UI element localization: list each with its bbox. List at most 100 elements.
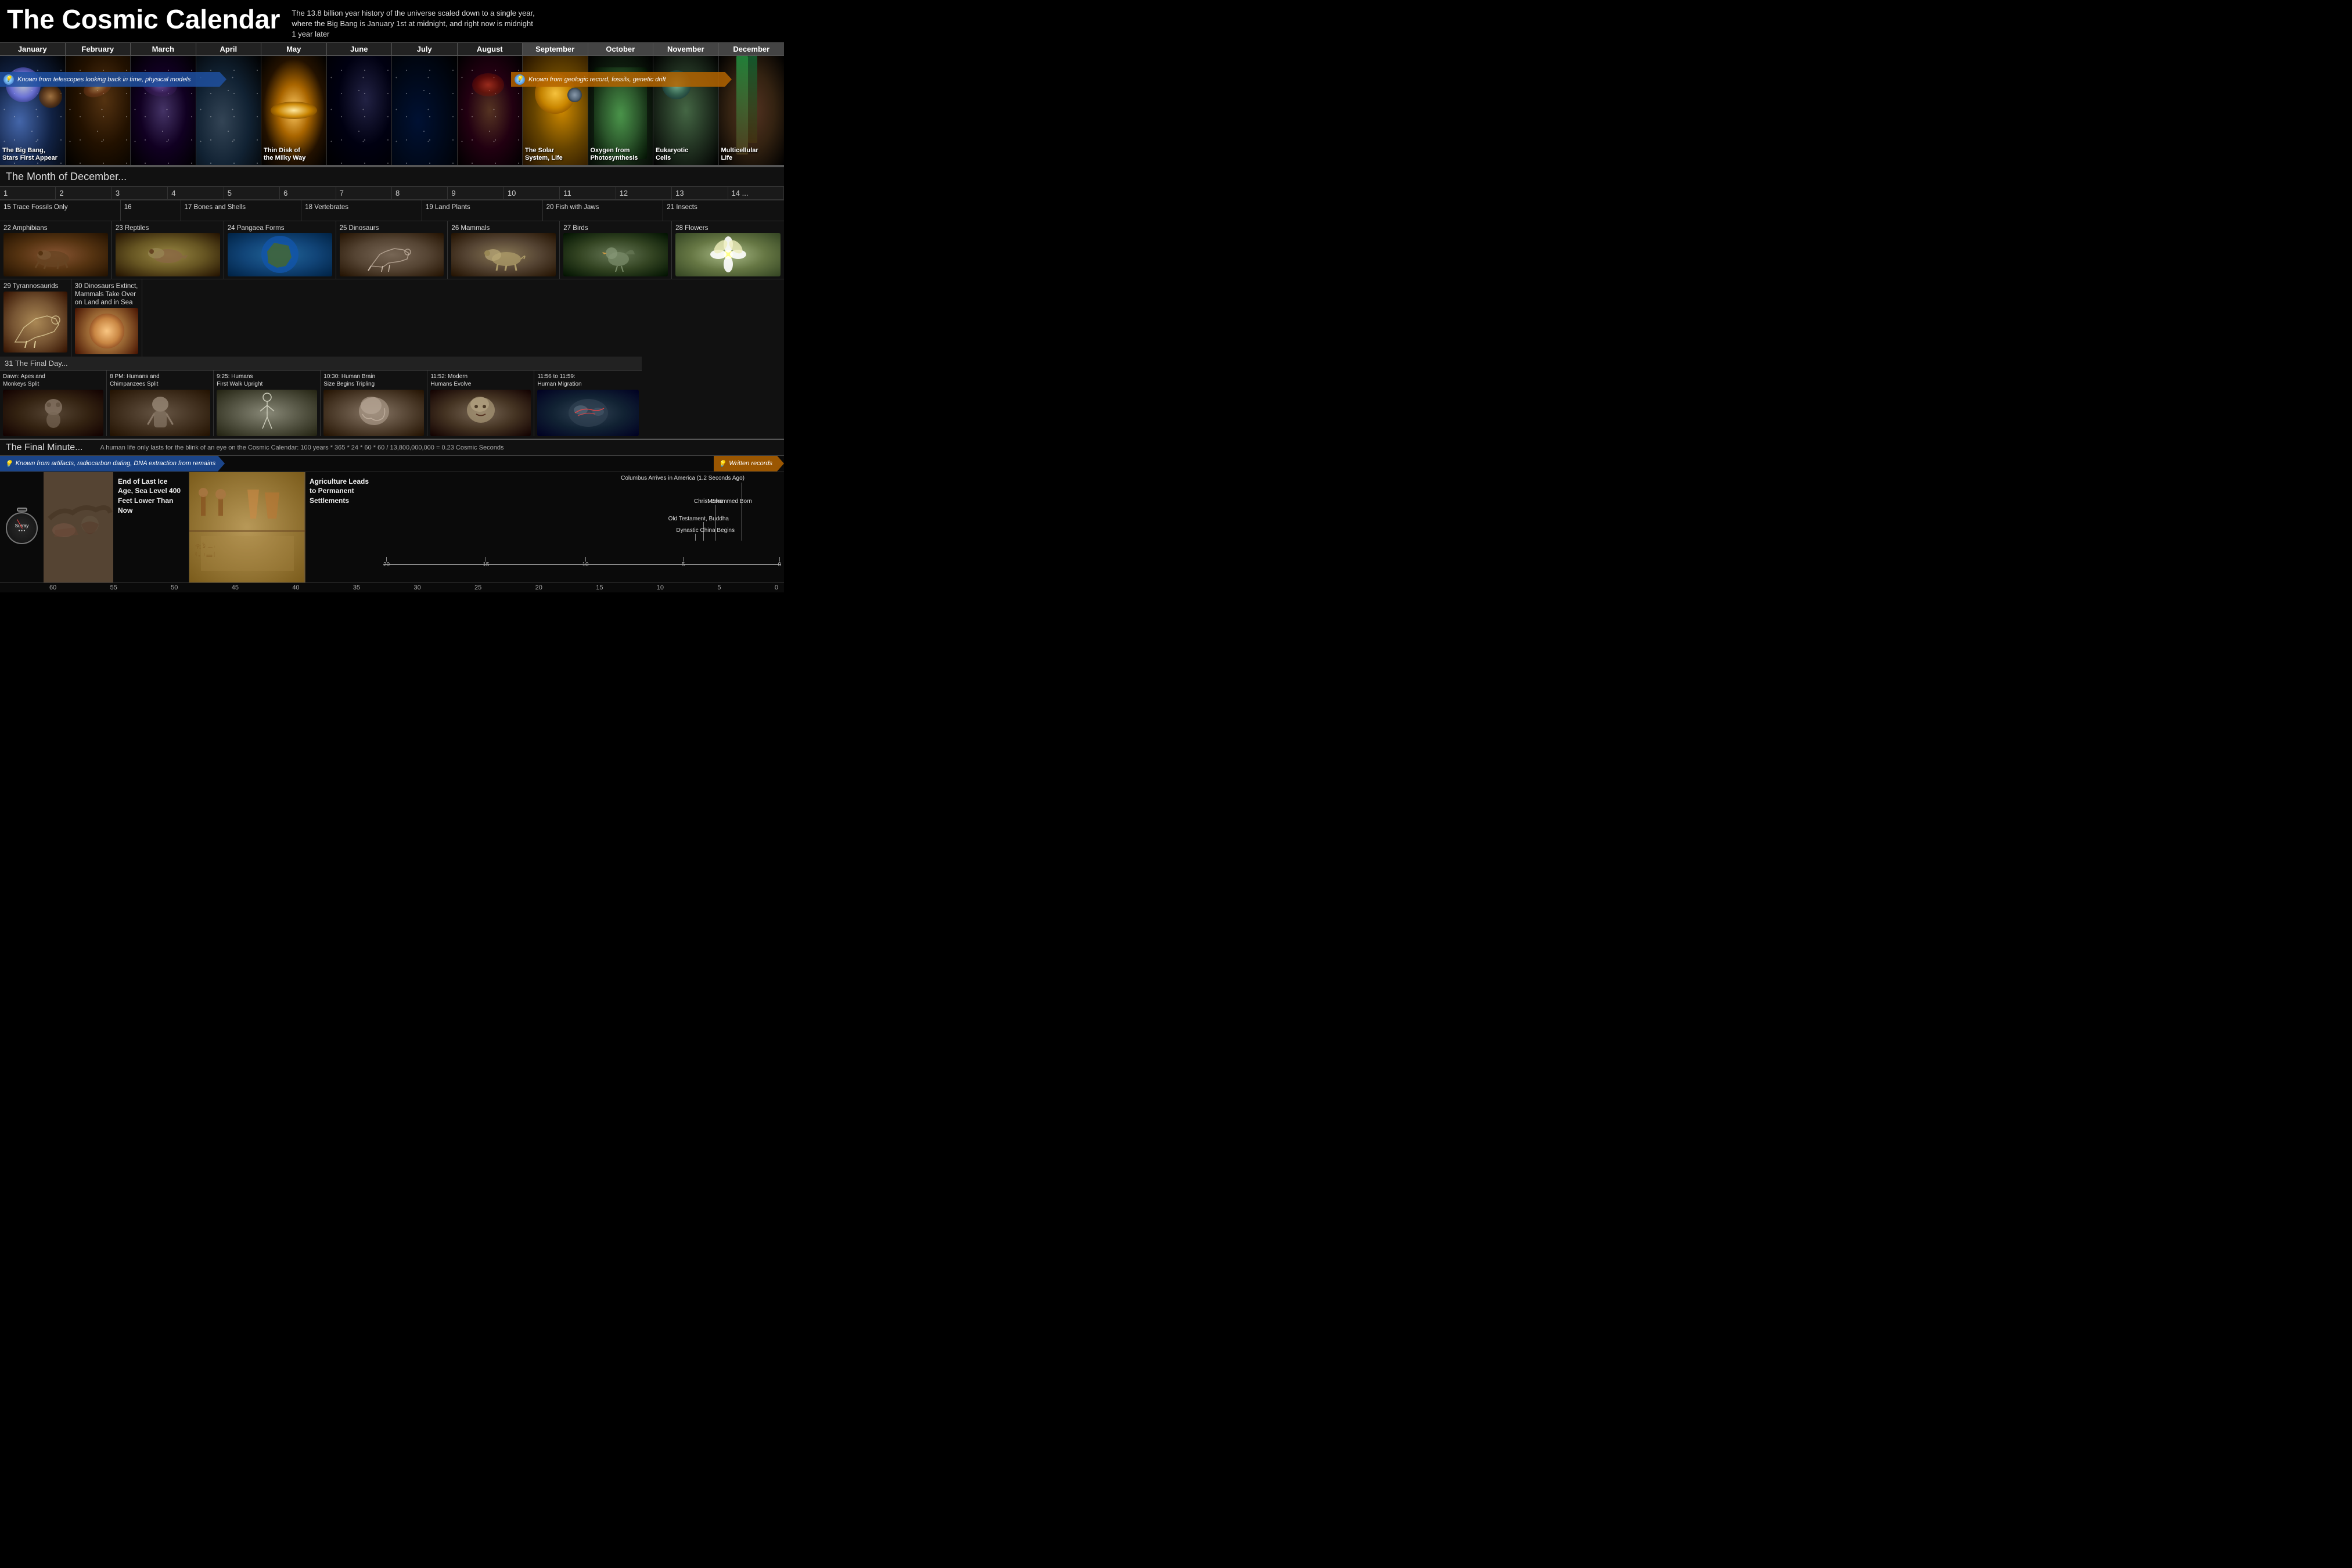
december-section: The Month of December... 1 2 3 4 5 6 7 8… bbox=[0, 166, 784, 439]
ice-age-label: End of Last Ice Age, Sea Level 400 Feet … bbox=[118, 477, 184, 516]
event-16: 16 bbox=[121, 200, 181, 221]
lightbulb-icon: 💡 bbox=[3, 74, 14, 85]
day-9: 9 bbox=[448, 187, 504, 200]
eukaryotic-label: EukaryoticCells bbox=[656, 147, 688, 162]
tick-55: 55 bbox=[110, 584, 117, 591]
tick-5: 5 bbox=[682, 557, 685, 568]
day-2: 2 bbox=[56, 187, 112, 200]
tick-30: 30 bbox=[413, 584, 420, 591]
tick-20: 20 bbox=[383, 557, 390, 568]
tick-40: 40 bbox=[292, 584, 299, 591]
tick-15: 15 bbox=[483, 557, 489, 568]
event-30: 30 Dinosaurs Extinct, Mammals Take Over … bbox=[71, 279, 143, 357]
event-20: 20 Fish with Jaws bbox=[543, 200, 664, 221]
bird-image bbox=[563, 233, 668, 276]
month-strip: January February March April May June Ju… bbox=[0, 42, 784, 56]
event-21: 21 Insects bbox=[663, 200, 784, 221]
december-title: The Month of December... bbox=[0, 167, 784, 187]
agriculture-text-cell: Agriculture Leads to Permanent Settlemen… bbox=[305, 472, 380, 582]
month-september: September bbox=[523, 43, 588, 55]
tick-45: 45 bbox=[232, 584, 239, 591]
header-description: The 13.8 billion year history of the uni… bbox=[292, 8, 535, 40]
milkyway-label: Thin Disk ofthe Milky Way bbox=[264, 147, 305, 162]
written-records-banner: 💡 Written records bbox=[714, 456, 784, 472]
written-records-timeline: Columbus Arrives in America (1.2 Seconds… bbox=[380, 472, 784, 582]
event-17: 17 Bones and Shells bbox=[181, 200, 302, 221]
oldtestament-label: Old Testament, Buddha bbox=[668, 516, 729, 522]
tick-25: 25 bbox=[474, 584, 481, 591]
day-numbers-row: 1 2 3 4 5 6 7 8 9 10 11 12 13 14 ... bbox=[0, 187, 784, 200]
month-december: December bbox=[719, 43, 785, 55]
page-title: The Cosmic Calendar bbox=[7, 5, 280, 34]
day-10: 10 bbox=[504, 187, 560, 200]
svg-text:𓂀 𓅱 𓈖 𓏺: 𓂀 𓅱 𓈖 𓏺 bbox=[195, 542, 215, 549]
final-minute-section: The Final Minute... A human life only la… bbox=[0, 439, 784, 592]
bigbang-label: The Big Bang,Stars First Appear bbox=[2, 147, 57, 162]
tick-0: 0 bbox=[778, 557, 781, 568]
month-june: June bbox=[327, 43, 393, 55]
event-22: 22 Amphibians bbox=[0, 221, 112, 279]
amphibian-image bbox=[3, 233, 108, 276]
brain-tripling: 10:30: Human BrainSize Begins Tripling bbox=[321, 371, 427, 436]
stopwatch: Surray ● ● ● bbox=[6, 508, 38, 547]
agriculture-label: Agriculture Leads to Permanent Settlemen… bbox=[310, 477, 376, 506]
day-5: 5 bbox=[224, 187, 280, 200]
day-1: 1 bbox=[0, 187, 56, 200]
human-migration: 11:56 to 11:59:Human Migration bbox=[534, 371, 641, 436]
event-26: 26 Mammals bbox=[448, 221, 560, 279]
cosmic-image-strip: 💡 Known from telescopes looking back in … bbox=[0, 56, 784, 166]
tick-35: 35 bbox=[353, 584, 360, 591]
pangaea-image bbox=[228, 233, 332, 276]
day-8: 8 bbox=[392, 187, 448, 200]
dynastic-line bbox=[695, 534, 696, 541]
day-6: 6 bbox=[280, 187, 336, 200]
modern-humans: 11:52: ModernHumans Evolve bbox=[427, 371, 534, 436]
day-4: 4 bbox=[168, 187, 224, 200]
chimp-split: 8 PM: Humans andChimpanzees Split bbox=[107, 371, 214, 436]
final-minute-header: The Final Minute... A human life only la… bbox=[0, 440, 784, 456]
month-april: April bbox=[196, 43, 262, 55]
tick-container: 20 15 10 5 0 bbox=[383, 557, 781, 568]
image-cell-may: Thin Disk ofthe Milky Way bbox=[261, 56, 327, 165]
day-14: 14 ... bbox=[728, 187, 784, 200]
final-minute-title: The Final Minute... bbox=[6, 443, 83, 453]
tick-15b: 15 bbox=[596, 584, 603, 591]
event-25: 25 Dinosaurs bbox=[336, 221, 448, 279]
walk-upright: 9:25: HumansFirst Walk Upright bbox=[214, 371, 321, 436]
december-row-3: 29 Tyrannosaurids 30 Dinosaurs Extinct, … bbox=[0, 279, 784, 439]
event-29: 29 Tyrannosaurids bbox=[0, 279, 71, 357]
ice-age-text-cell: End of Last Ice Age, Sea Level 400 Feet … bbox=[113, 472, 189, 582]
event-27: 27 Birds bbox=[560, 221, 672, 279]
tick-60: 60 bbox=[49, 584, 56, 591]
columbus-label: Columbus Arrives in America (1.2 Seconds… bbox=[621, 475, 745, 481]
tick-20b: 20 bbox=[535, 584, 542, 591]
image-cell-june bbox=[327, 56, 393, 165]
event-28: 28 Flowers bbox=[672, 221, 784, 279]
event-23: 23 Reptiles bbox=[112, 221, 224, 279]
day-12: 12 bbox=[616, 187, 672, 200]
geologic-banner: 💡 Known from geologic record, fossils, g… bbox=[511, 72, 732, 87]
bottom-tick-row: 60 55 50 45 40 35 30 25 20 15 10 5 0 bbox=[0, 582, 784, 592]
lightbulb-icon-2: 💡 bbox=[515, 74, 525, 85]
day-11: 11 bbox=[560, 187, 616, 200]
tick-10b: 10 bbox=[657, 584, 664, 591]
day-3: 3 bbox=[112, 187, 168, 200]
svg-text:𓇋 𓂝 𓈙 𓌀: 𓇋 𓂝 𓈙 𓌀 bbox=[195, 551, 215, 558]
oxygen-label: Oxygen fromPhotosynthesis bbox=[591, 147, 638, 162]
final-day-section: 31 The Final Day... Dawn: Apes andMonkey… bbox=[0, 357, 642, 438]
tick-5b: 5 bbox=[717, 584, 721, 591]
artifacts-banner: 💡 Known from artifacts, radiocarbon dati… bbox=[0, 456, 225, 472]
day-13: 13 bbox=[672, 187, 728, 200]
december-row-2: 22 Amphibians 23 Reptiles 24 Pangaea For… bbox=[0, 221, 784, 279]
month-august: August bbox=[458, 43, 523, 55]
month-november: November bbox=[653, 43, 719, 55]
tick-0b: 0 bbox=[775, 584, 778, 591]
month-january: January bbox=[0, 43, 66, 55]
month-february: February bbox=[66, 43, 131, 55]
event-15: 15 Trace Fossils Only bbox=[0, 200, 121, 221]
tick-50: 50 bbox=[171, 584, 178, 591]
image-cell-december: MulticellularLife bbox=[719, 56, 785, 165]
cave-painting-cell bbox=[44, 472, 113, 582]
final-content-area: Surray ● ● ● E bbox=[0, 472, 784, 582]
month-march: March bbox=[131, 43, 196, 55]
